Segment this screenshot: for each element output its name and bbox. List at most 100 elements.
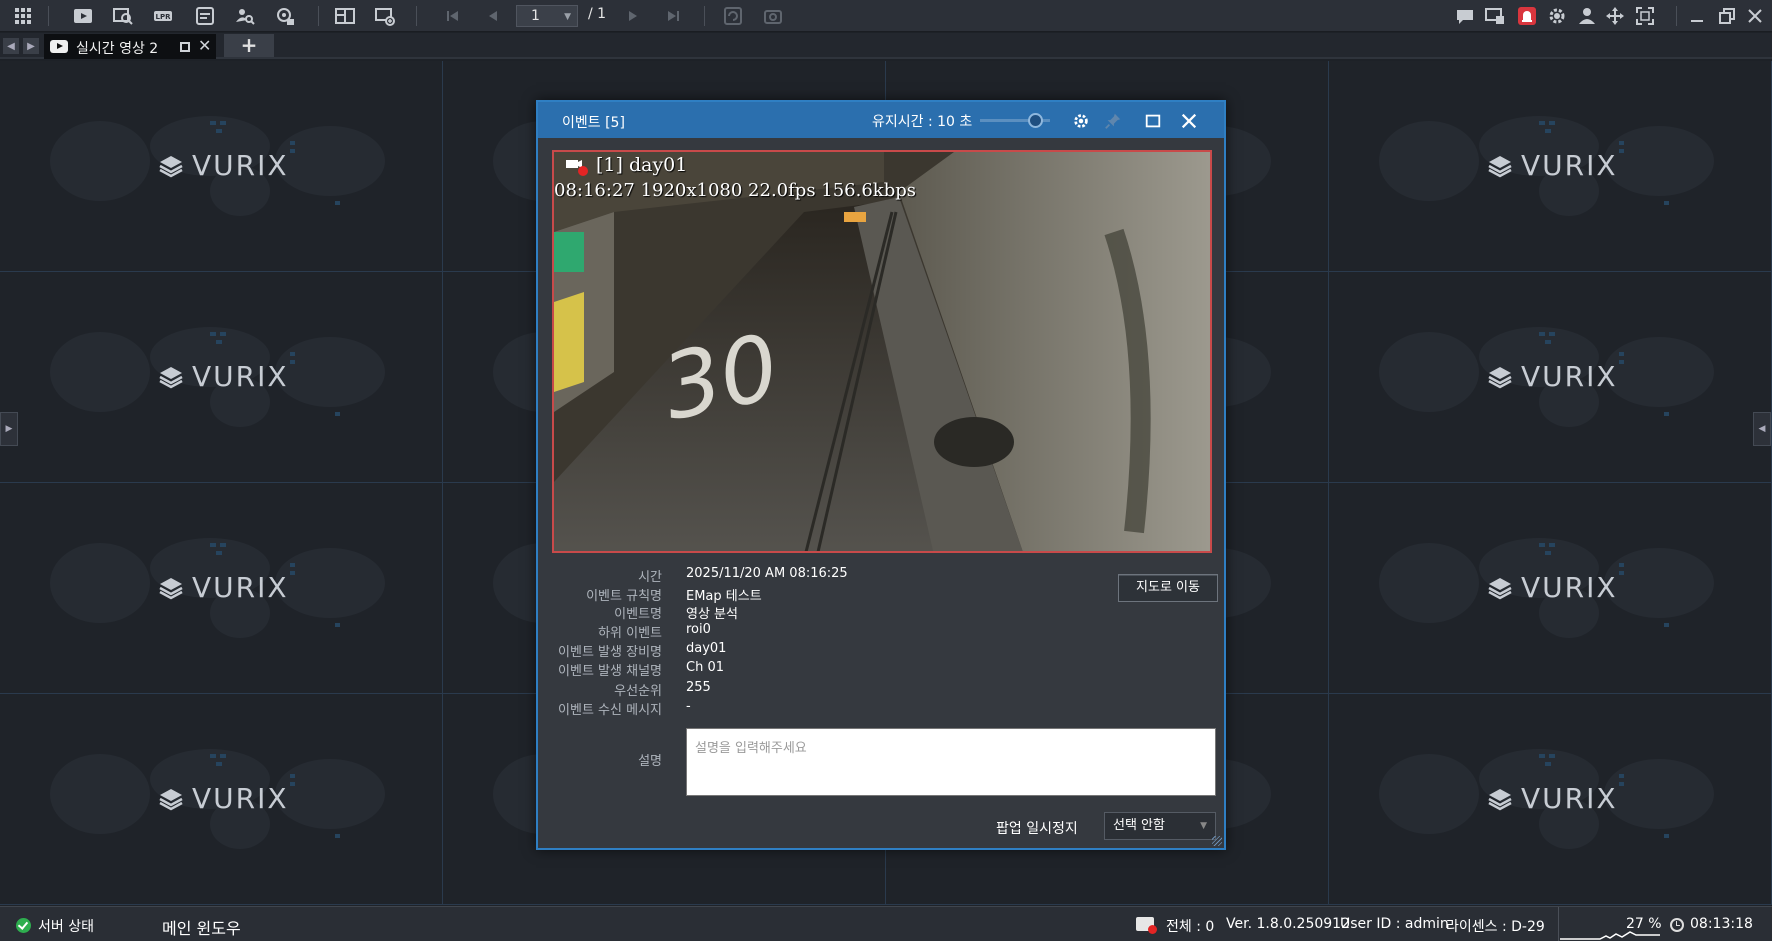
- field-label: 하위 이벤트: [598, 626, 662, 641]
- logo-text: VURIX: [1521, 571, 1618, 604]
- video-cell[interactable]: VURIX: [1329, 694, 1772, 905]
- vurix-logo: VURIX: [1487, 149, 1618, 182]
- tab-bar: ◀ ▶ 실시간 영상 2 ✕ +: [0, 33, 1772, 59]
- event-info-row: 이벤트명 영상 분석: [538, 603, 1224, 622]
- layers-icon: [159, 366, 183, 388]
- next-page-icon[interactable]: [622, 5, 644, 27]
- video-cell[interactable]: VURIX: [0, 61, 443, 272]
- monitor-alert-icon[interactable]: [1484, 5, 1506, 27]
- snapshot-icon[interactable]: [762, 5, 784, 27]
- lpr-icon[interactable]: LPR: [152, 5, 174, 27]
- video-cell[interactable]: VURIX: [1329, 272, 1772, 483]
- device-setting-icon[interactable]: [274, 5, 296, 27]
- event-log-icon[interactable]: [194, 5, 216, 27]
- toolbar-separator: [1676, 6, 1677, 26]
- video-cell[interactable]: VURIX: [0, 272, 443, 483]
- person-search-icon[interactable]: [234, 5, 256, 27]
- tab-window-icon[interactable]: [180, 42, 190, 52]
- layers-icon: [1488, 155, 1512, 177]
- field-value: Ch 01: [686, 660, 724, 675]
- event-info-row: 이벤트 발생 장비명 day01: [538, 641, 1224, 660]
- tab-close-icon[interactable]: ✕: [198, 36, 211, 55]
- alarm-icon[interactable]: [1516, 5, 1538, 27]
- event-video-view[interactable]: 30 [1] day01 08:16:27 1920x1080 22.0fps …: [552, 150, 1212, 553]
- field-value: roi0: [686, 622, 711, 637]
- live-video-icon[interactable]: [72, 5, 94, 27]
- recording-indicator: [578, 166, 588, 176]
- prev-page-icon[interactable]: [482, 5, 504, 27]
- tab-scroll-left-icon[interactable]: ◀: [3, 38, 19, 54]
- tab-scroll-right-icon[interactable]: ▶: [23, 38, 39, 54]
- status-separator: [1558, 907, 1559, 941]
- resize-grip-icon[interactable]: [1212, 836, 1222, 846]
- playback-search-icon[interactable]: [112, 5, 134, 27]
- dialog-header: 이벤트 [5] 유지시간 : 10 초: [538, 102, 1224, 138]
- video-cell[interactable]: VURIX: [1329, 483, 1772, 694]
- check-icon: [16, 918, 31, 933]
- layers-icon: [1488, 577, 1512, 599]
- add-screen-icon[interactable]: [374, 5, 396, 27]
- close-icon[interactable]: [1744, 5, 1766, 27]
- logo-text: VURIX: [192, 149, 289, 182]
- toolbar-separator: [416, 6, 417, 26]
- layout-icon[interactable]: [334, 5, 356, 27]
- app-grid-icon[interactable]: [12, 5, 34, 27]
- pin-icon[interactable]: [1102, 110, 1124, 132]
- popup-pause-select[interactable]: 선택 안함 ▼: [1104, 812, 1216, 840]
- refresh-icon[interactable]: [722, 5, 744, 27]
- left-panel-toggle-icon[interactable]: ▶: [0, 412, 18, 446]
- vurix-logo: VURIX: [158, 149, 289, 182]
- video-stats-overlay: 08:16:27 1920x1080 22.0fps 156.6kbps: [554, 180, 916, 201]
- field-value: 255: [686, 680, 711, 695]
- main-window-label[interactable]: 메인 윈도우: [162, 915, 241, 939]
- server-status[interactable]: 서버 상태: [38, 916, 94, 936]
- logo-text: VURIX: [1521, 149, 1618, 182]
- move-icon[interactable]: [1604, 5, 1626, 27]
- field-label: 시간: [638, 570, 662, 585]
- field-value: 영상 분석: [686, 607, 738, 622]
- right-panel-toggle-icon[interactable]: ◀: [1753, 412, 1771, 446]
- clock-time: 08:13:18: [1690, 916, 1753, 932]
- layers-icon: [159, 155, 183, 177]
- vurix-logo: VURIX: [1487, 360, 1618, 393]
- restore-icon[interactable]: [1716, 5, 1738, 27]
- video-cell[interactable]: VURIX: [1329, 61, 1772, 272]
- field-value: day01: [686, 641, 727, 656]
- maximize-icon[interactable]: [1142, 110, 1164, 132]
- first-page-icon[interactable]: [442, 5, 464, 27]
- field-value: -: [686, 699, 691, 714]
- minimize-icon[interactable]: [1686, 5, 1708, 27]
- chevron-down-icon: ▼: [1200, 821, 1207, 831]
- video-cell[interactable]: VURIX: [0, 694, 443, 905]
- event-info-row: 이벤트 수신 메시지 -: [538, 699, 1224, 718]
- keep-time-slider-handle[interactable]: [1028, 113, 1043, 128]
- chat-icon[interactable]: [1454, 5, 1476, 27]
- field-label: 이벤트 발생 채널명: [558, 664, 662, 679]
- toolbar-separator: [48, 6, 49, 26]
- add-tab-button[interactable]: +: [224, 34, 274, 57]
- gear-icon[interactable]: [1546, 5, 1568, 27]
- logo-text: VURIX: [192, 571, 289, 604]
- description-label: 설명: [638, 754, 662, 769]
- description-input[interactable]: [686, 728, 1216, 796]
- field-label: 이벤트명: [614, 607, 662, 622]
- vurix-logo: VURIX: [158, 571, 289, 604]
- video-cell[interactable]: VURIX: [0, 483, 443, 694]
- field-value: 2025/11/20 AM 08:16:25: [686, 566, 848, 581]
- logo-text: VURIX: [1521, 782, 1618, 815]
- event-info-row: 하위 이벤트 roi0: [538, 622, 1224, 641]
- event-alert-dot: [1148, 925, 1157, 934]
- vurix-logo: VURIX: [1487, 571, 1618, 604]
- gear-icon[interactable]: [1070, 110, 1092, 132]
- play-icon: [50, 40, 68, 53]
- close-icon[interactable]: [1178, 110, 1200, 132]
- go-to-map-button[interactable]: 지도로 이동: [1118, 574, 1218, 602]
- status-bar: 서버 상태 메인 윈도우 전체 : 0 Ver. 1.8.0.250912 Us…: [0, 906, 1772, 941]
- last-page-icon[interactable]: [662, 5, 684, 27]
- page-number-select[interactable]: 1 ▼: [516, 5, 578, 27]
- field-label: 이벤트 발생 장비명: [558, 645, 662, 660]
- user-icon[interactable]: [1576, 5, 1598, 27]
- tab-live-video-2[interactable]: 실시간 영상 2 ✕: [44, 34, 216, 59]
- fullscreen-icon[interactable]: [1634, 5, 1656, 27]
- event-info-row: 이벤트 발생 채널명 Ch 01: [538, 660, 1224, 679]
